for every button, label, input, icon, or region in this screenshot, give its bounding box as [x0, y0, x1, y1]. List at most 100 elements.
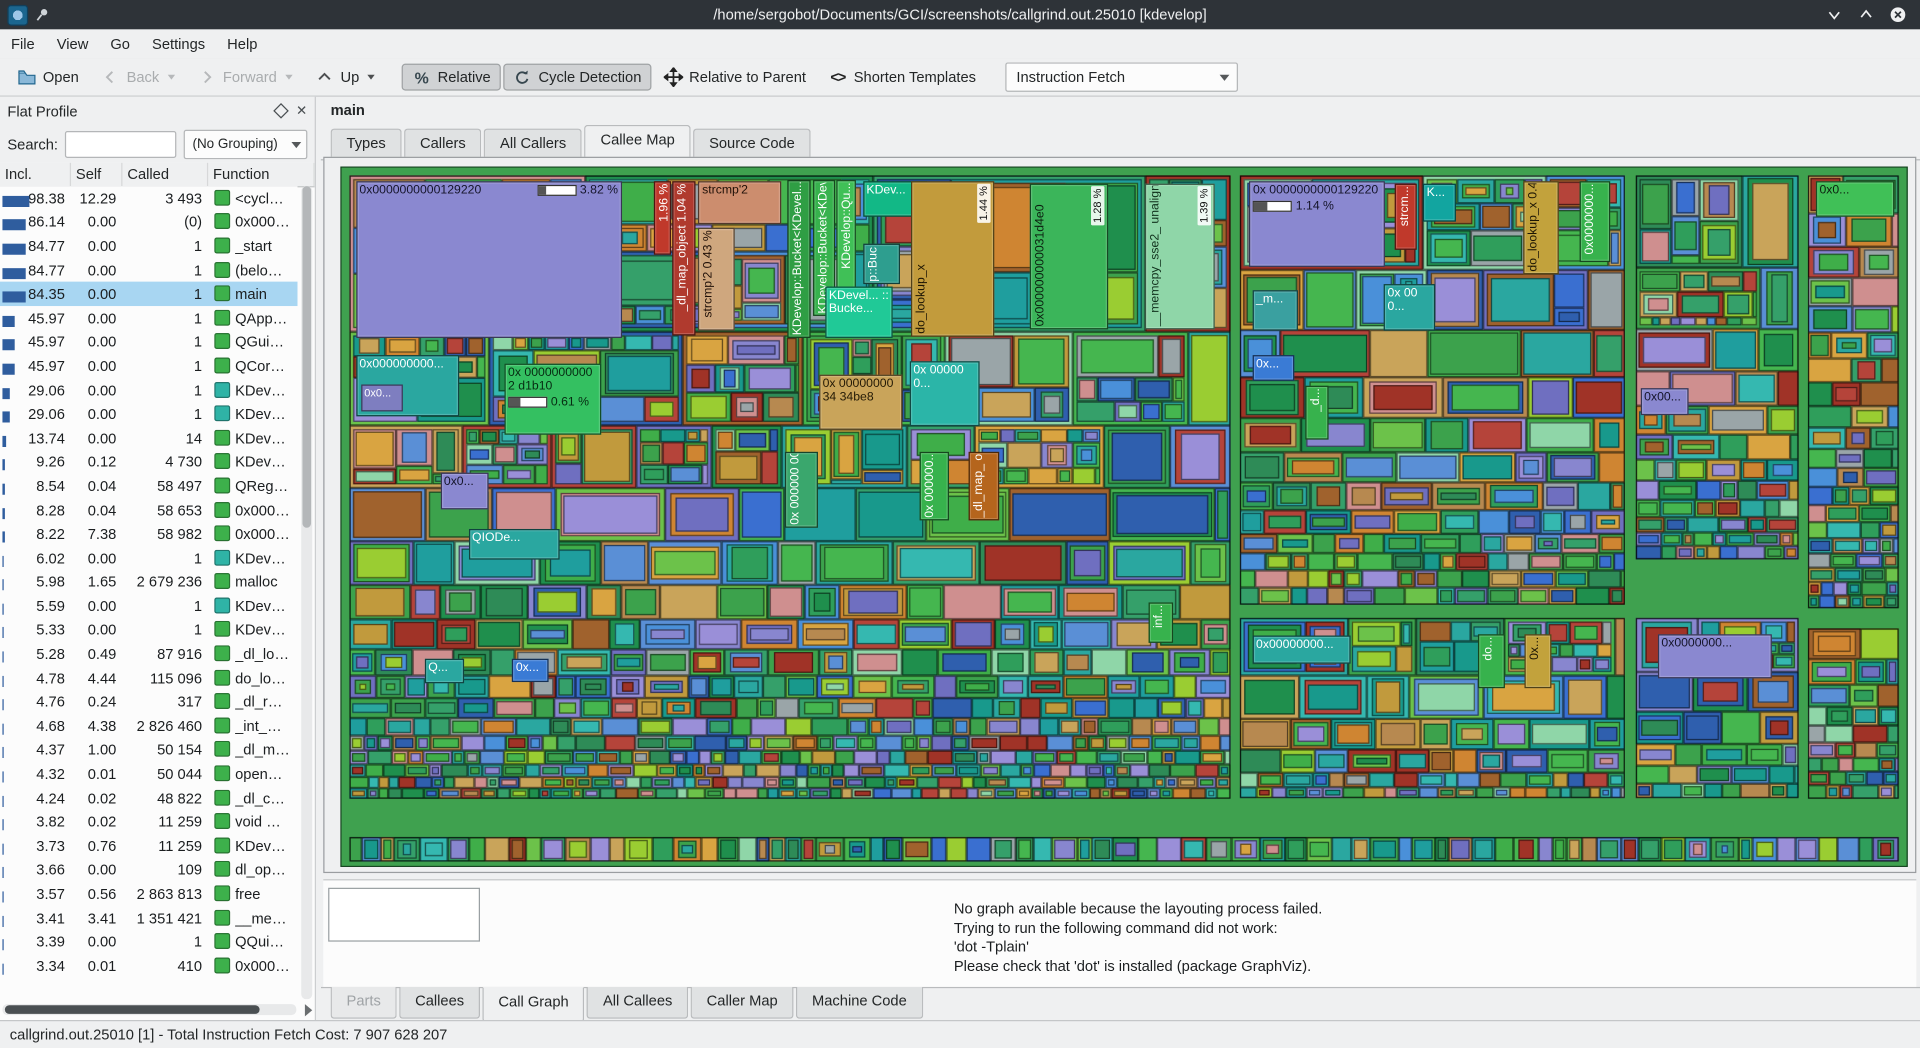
table-row[interactable]: 4.784.44115 096do_lookup...	[0, 666, 298, 690]
table-row[interactable]: 5.981.652 679 236malloc	[0, 570, 298, 594]
table-row[interactable]: 29.060.001KDevelop::...	[0, 378, 298, 402]
bottom-tab-machine-code[interactable]: Machine Code	[796, 987, 923, 1019]
table-row[interactable]: 84.350.001main	[0, 282, 298, 306]
relative-toggle[interactable]: % Relative	[402, 64, 500, 91]
menu-item-file[interactable]: File	[0, 32, 46, 56]
treemap-cell[interactable]: KDevelop::Bucket<KDevel...	[788, 180, 811, 338]
menu-item-view[interactable]: View	[46, 32, 100, 56]
table-row[interactable]: 6.020.001KDevelop::...	[0, 546, 298, 570]
graph-overview-box[interactable]	[328, 888, 480, 942]
close-button[interactable]	[1888, 5, 1908, 25]
treemap-cell[interactable]: 0x 00000000002 d1b100.61 %	[504, 363, 601, 435]
treemap-cell[interactable]: K...	[1423, 184, 1456, 222]
bottom-tab-call-graph[interactable]: Call Graph	[483, 987, 585, 1023]
table-row[interactable]: 86.140.00(0)0x000000000...	[0, 210, 298, 234]
treemap-cell[interactable]: Q...	[425, 659, 464, 683]
minimize-button[interactable]	[1824, 5, 1844, 25]
treemap-cell[interactable]: do_lookup_x1.44 %	[911, 182, 994, 337]
menu-item-go[interactable]: Go	[99, 32, 141, 56]
treemap-cell[interactable]: do_lookup_x 0.43 %	[1523, 182, 1559, 275]
bottom-tab-callees[interactable]: Callees	[399, 987, 480, 1019]
treemap-cell[interactable]: 0x00000000001292203.82 %	[356, 182, 622, 338]
table-row[interactable]: 3.340.014100x000000000...	[0, 954, 298, 978]
treemap-cell[interactable]: 0x00...	[1640, 388, 1689, 415]
treemap-cell[interactable]: 0x 000000...	[910, 362, 980, 427]
table-row[interactable]: 5.330.001KDevSplas...	[0, 618, 298, 642]
table-row[interactable]: 3.820.0211 259void KDeve...	[0, 810, 298, 834]
back-button[interactable]: Back	[91, 64, 185, 91]
table-row[interactable]: 8.280.0458 6530x000000000...	[0, 498, 298, 522]
table-row[interactable]: 45.970.001QApplicatio...	[0, 306, 298, 330]
treemap-cell[interactable]: 0x000000000...0x0...	[356, 355, 459, 416]
table-row[interactable]: 8.227.3858 9820x000000000...	[0, 522, 298, 546]
table-row[interactable]: 4.371.0050 154_dl_map_o...	[0, 738, 298, 762]
treemap-cell[interactable]: 0x0000000...	[1658, 634, 1772, 678]
treemap-cell[interactable]: 0x...	[1525, 634, 1552, 688]
treemap-cell[interactable]: 0x...	[512, 659, 548, 681]
treemap-cell[interactable]: strcmp'2	[698, 182, 781, 224]
treemap-cell[interactable]: _dl_map_ object_...	[969, 452, 999, 520]
table-row[interactable]: 45.970.001QCoreAppl...	[0, 354, 298, 378]
treemap-cell[interactable]: _m...	[1252, 291, 1297, 331]
column-header-self[interactable]: Self	[71, 163, 122, 186]
tab-types[interactable]: Types	[331, 129, 402, 161]
table-row[interactable]: 4.760.24317_dl_relocat...	[0, 690, 298, 714]
treemap-cell[interactable]: _d...	[1306, 386, 1329, 440]
table-row[interactable]: 3.390.001QQuickVie...	[0, 930, 298, 954]
treemap-cell[interactable]: 1.96 %	[654, 182, 671, 255]
table-row[interactable]: 3.570.562 863 813free	[0, 882, 298, 906]
search-input[interactable]	[65, 131, 176, 158]
treemap-cell[interactable]: __memcpy_sse2_ unaligned1.39 %	[1144, 184, 1214, 329]
table-row[interactable]: 13.740.0014KDevelop::...	[0, 426, 298, 450]
vertical-scrollbar[interactable]	[301, 186, 312, 999]
pin-icon[interactable]	[36, 7, 51, 22]
menu-item-settings[interactable]: Settings	[141, 32, 216, 56]
table-row[interactable]: 3.660.00109dl_open_w...	[0, 858, 298, 882]
table-row[interactable]: 84.770.001(below mai...	[0, 258, 298, 282]
treemap-cell[interactable]: 0x...	[1252, 355, 1294, 382]
open-button[interactable]: Open	[7, 64, 88, 91]
treemap-subcell[interactable]: 0x0...	[361, 384, 403, 411]
treemap-cell[interactable]: strcm...	[1395, 184, 1417, 250]
treemap-cell[interactable]: p::Buc...	[863, 243, 901, 283]
scroll-right-arrow-icon[interactable]	[305, 1004, 312, 1016]
bottom-tab-parts[interactable]: Parts	[331, 987, 397, 1019]
table-row[interactable]: 8.540.0458 497QRegExp::...	[0, 474, 298, 498]
table-row[interactable]: 5.280.4987 916_dl_lookup...	[0, 642, 298, 666]
shorten-templates-toggle[interactable]: <> Shorten Templates	[818, 64, 986, 91]
bottom-tab-caller-map[interactable]: Caller Map	[691, 987, 794, 1019]
treemap-cell[interactable]: KDevelop::Qu...	[836, 180, 856, 295]
close-dock-icon[interactable]: ✕	[296, 105, 307, 118]
maximize-button[interactable]	[1856, 5, 1876, 25]
tab-source-code[interactable]: Source Code	[693, 129, 811, 161]
table-row[interactable]: 45.970.001QGuiApplic...	[0, 330, 298, 354]
cycle-detection-toggle[interactable]: Cycle Detection	[503, 64, 651, 91]
bottom-tab-all-callees[interactable]: All Callees	[587, 987, 688, 1019]
treemap-cell[interactable]: 0x 0000000034 34be8	[819, 375, 902, 429]
event-type-combobox[interactable]: Instruction Fetch	[1005, 62, 1238, 91]
treemap-cell[interactable]: KDevel... ::Bucke...	[825, 286, 892, 337]
treemap-cell[interactable]: 0x0...	[440, 473, 489, 510]
treemap-cell[interactable]: do...	[1478, 634, 1505, 688]
treemap-cell[interactable]: 0x0...	[1816, 182, 1894, 217]
horizontal-scrollbar[interactable]	[2, 1004, 296, 1015]
table-row[interactable]: 3.413.411 351 421__memcpy...	[0, 906, 298, 930]
treemap-cell[interactable]: _dl_map_object 1.04 %	[673, 182, 696, 336]
treemap-cell[interactable]: 0x00000000...	[1252, 635, 1351, 663]
treemap-cell[interactable]: 0x 000...	[1384, 284, 1436, 331]
relative-to-parent-toggle[interactable]: Relative to Parent	[654, 64, 816, 91]
table-row[interactable]: 4.240.0248 822_dl_catch_...	[0, 786, 298, 810]
treemap-cell[interactable]: 0x 000000...	[919, 452, 949, 520]
float-dock-icon[interactable]	[273, 102, 289, 118]
table-row[interactable]: 98.3812.293 493<cycle 42>	[0, 186, 298, 210]
table-row[interactable]: 9.260.124 730KDevelop::...	[0, 450, 298, 474]
treemap-cell[interactable]: 0x 00000000001292201.14 %	[1249, 182, 1385, 267]
menu-item-help[interactable]: Help	[216, 32, 268, 56]
table-row[interactable]: 4.320.0150 044openaux	[0, 762, 298, 786]
table-row[interactable]: 29.060.001KDevelop::...	[0, 402, 298, 426]
table-row[interactable]: 5.590.001KDevelop::...	[0, 594, 298, 618]
treemap-cell[interactable]: strcmp'2 0.43 %	[698, 228, 734, 331]
table-row[interactable]: 4.684.382 826 460_int_malloc	[0, 714, 298, 738]
table-row[interactable]: 84.770.001_start	[0, 234, 298, 258]
treemap-cell[interactable]: 0x000000000031d4e01.28 %	[1030, 184, 1108, 329]
